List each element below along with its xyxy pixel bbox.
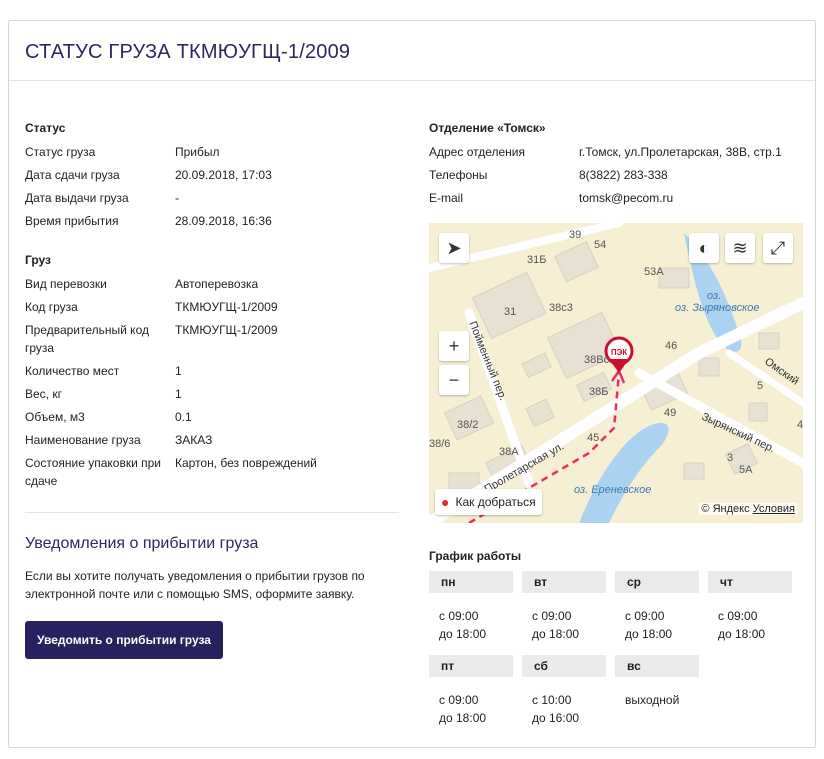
cargo-row: Наименование груза ЗАКАЗ xyxy=(25,433,213,447)
svg-text:оз.: оз. xyxy=(707,290,721,302)
cargo-row: Состояние упаковки при сдаче Картон, без … xyxy=(25,456,317,488)
schedule-day: ср с 09:00 до 18:00 xyxy=(615,571,699,643)
svg-text:49: 49 xyxy=(664,407,676,419)
layers-icon[interactable]: ≋ xyxy=(725,233,755,263)
schedule-heading: График работы xyxy=(429,549,522,563)
cargo-row: Вид перевозки Автоперевозка xyxy=(25,277,259,291)
traffic-icon[interactable]: ◐ xyxy=(689,233,719,263)
cargo-heading: Груз xyxy=(25,253,51,267)
svg-text:38/2: 38/2 xyxy=(457,419,478,431)
office-email-link[interactable]: tomsk@pecom.ru xyxy=(579,189,804,207)
svg-text:ПЭК: ПЭК xyxy=(611,348,627,357)
status-row: Дата сдачи груза 20.09.2018, 17:03 xyxy=(25,168,272,182)
map-canvas[interactable]: ПЭК 39 54 31Б 53А 31 38с3 46 38Вс 38Б 49… xyxy=(429,223,803,523)
schedule-day: вт с 09:00 до 18:00 xyxy=(522,571,606,643)
notify-text: Если вы хотите получать уведомления о пр… xyxy=(25,569,365,601)
notify-title: Уведомления о прибытии груза xyxy=(25,535,259,552)
left-column: Статус Статус груза Прибыл Дата сдачи гру… xyxy=(25,121,399,659)
svg-text:оз. Зыряновское: оз. Зыряновское xyxy=(675,302,760,314)
cargo-row: Объем, м3 0.1 xyxy=(25,410,192,424)
office-heading: Отделение «Томск» xyxy=(429,121,546,135)
svg-text:38А: 38А xyxy=(499,446,519,458)
map-copyright: © Яндекс Условия xyxy=(699,503,797,515)
schedule-grid: пн с 09:00 до 18:00 вт с 09:00 до 18:00 ср с … xyxy=(429,571,804,727)
card-header: СТАТУС ГРУЗА ТКМЮУГЩ-1/2009 xyxy=(9,21,815,81)
cargo-list: Вид перевозки Автоперевозка Код груза ТКМЮ… xyxy=(25,275,399,490)
location-pin-icon: ● xyxy=(441,494,450,510)
svg-text:4: 4 xyxy=(797,419,803,431)
status-heading: Статус xyxy=(25,121,66,135)
status-row: Статус груза Прибыл xyxy=(25,145,220,159)
schedule-day: вс выходной xyxy=(615,655,699,727)
svg-text:3: 3 xyxy=(727,452,733,464)
cargo-row: Предварительный код груза ТКМЮУГЩ-1/2009 xyxy=(25,323,278,355)
schedule-day: пн с 09:00 до 18:00 xyxy=(429,571,513,643)
svg-text:31: 31 xyxy=(504,306,516,318)
office-row: E-mail tomsk@pecom.ru xyxy=(429,189,804,207)
section-divider xyxy=(25,512,399,513)
office-row: Адрес отделения г.Томск, ул.Пролетарская,… xyxy=(429,145,782,159)
schedule-day: пт с 09:00 до 18:00 xyxy=(429,655,513,727)
fullscreen-icon[interactable]: ⤢ xyxy=(763,233,793,263)
svg-text:39: 39 xyxy=(569,229,581,241)
office-map[interactable]: ПЭК 39 54 31Б 53А 31 38с3 46 38Вс 38Б 49… xyxy=(429,223,803,523)
terms-link[interactable]: Условия xyxy=(753,503,795,515)
office-row: Телефоны 8(3822) 283-338 xyxy=(429,168,668,182)
svg-text:31Б: 31Б xyxy=(527,254,546,266)
svg-text:38Б: 38Б xyxy=(589,386,608,398)
geolocation-icon[interactable]: ➤ xyxy=(439,233,469,263)
right-column: Отделение «Томск» Адрес отделения г.Томск… xyxy=(429,121,804,727)
schedule-day: чт с 09:00 до 18:00 xyxy=(708,571,792,643)
svg-text:53А: 53А xyxy=(644,266,664,278)
svg-text:оз. Ереневское: оз. Ереневское xyxy=(574,484,651,496)
schedule-day: сб с 10:00 до 16:00 xyxy=(522,655,606,727)
notify-button[interactable]: Уведомить о прибытии груза xyxy=(25,621,223,659)
svg-text:5А: 5А xyxy=(739,464,753,476)
cargo-row: Код груза ТКМЮУГЩ-1/2009 xyxy=(25,300,278,314)
svg-text:45: 45 xyxy=(587,432,599,444)
zoom-in-icon[interactable]: + xyxy=(439,331,469,361)
status-row: Дата выдачи груза - xyxy=(25,191,179,205)
svg-text:38/6: 38/6 xyxy=(429,438,450,450)
status-row: Время прибытия 28.09.2018, 16:36 xyxy=(25,214,272,228)
cargo-row: Количество мест 1 xyxy=(25,364,182,378)
route-button[interactable]: ● Как добраться xyxy=(435,489,542,515)
svg-text:38с3: 38с3 xyxy=(549,302,573,314)
svg-text:5: 5 xyxy=(757,380,763,392)
svg-text:46: 46 xyxy=(665,340,677,352)
page-title: СТАТУС ГРУЗА ТКМЮУГЩ-1/2009 xyxy=(25,41,351,63)
cargo-row: Вес, кг 1 xyxy=(25,387,182,401)
status-list: Статус груза Прибыл Дата сдачи груза 20.09… xyxy=(25,143,399,230)
cargo-status-card: СТАТУС ГРУЗА ТКМЮУГЩ-1/2009 Статус Стату… xyxy=(8,20,816,748)
zoom-out-icon[interactable]: − xyxy=(439,365,469,395)
svg-text:54: 54 xyxy=(594,239,606,251)
svg-text:38Вс: 38Вс xyxy=(584,354,610,366)
